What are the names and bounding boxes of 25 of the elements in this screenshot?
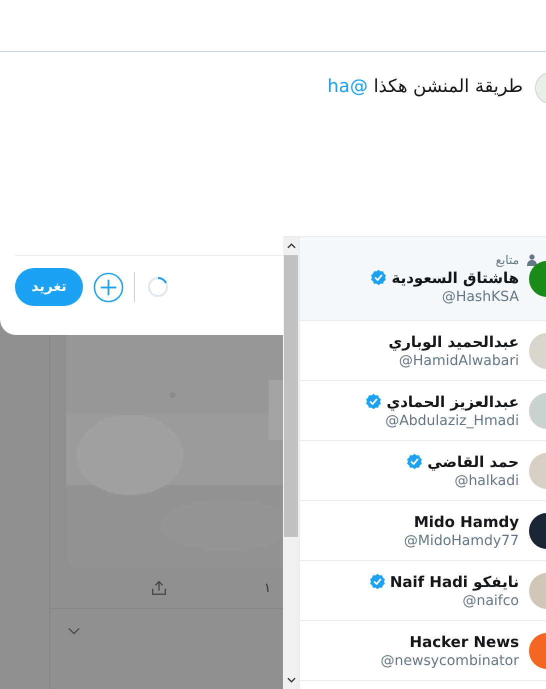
account-name: نايفكو Naif Hadi xyxy=(390,572,519,590)
account-handle: @HashKSA xyxy=(442,288,519,304)
account-handle: @halkadi xyxy=(454,472,519,488)
share-icon[interactable] xyxy=(150,579,168,597)
account-handle: @newsycombinator xyxy=(380,652,519,668)
account-handle: @MidoHamdy77 xyxy=(404,532,519,548)
account-name: عبدالعزيز الحمادي xyxy=(386,392,519,410)
account-name: Hacker News xyxy=(410,632,519,650)
scroll-down-icon[interactable] xyxy=(286,677,296,683)
account-name: حمد القاضي xyxy=(427,452,519,470)
scrollbar-thumb[interactable] xyxy=(284,255,298,537)
account-handle: @Abdulaziz_Hmadi xyxy=(385,412,519,428)
chevron-down-icon[interactable] xyxy=(68,627,80,635)
account-handle: @HamidAlwabari xyxy=(398,352,519,368)
share-count: ١ xyxy=(264,580,271,596)
add-icon[interactable] xyxy=(93,272,124,302)
scroll-up-icon[interactable] xyxy=(286,243,296,249)
account-name: عبدالحميد الوباري xyxy=(388,332,519,350)
person-icon xyxy=(527,254,537,266)
account-handle: @naifco xyxy=(462,592,519,608)
account-name: Mido Hamdy xyxy=(414,512,519,530)
account-name: هاشتاق السعودية xyxy=(391,268,519,286)
scrollbar[interactable] xyxy=(283,237,300,689)
progress-ring-icon xyxy=(147,276,169,298)
follows-you-label: متابع xyxy=(496,252,519,266)
